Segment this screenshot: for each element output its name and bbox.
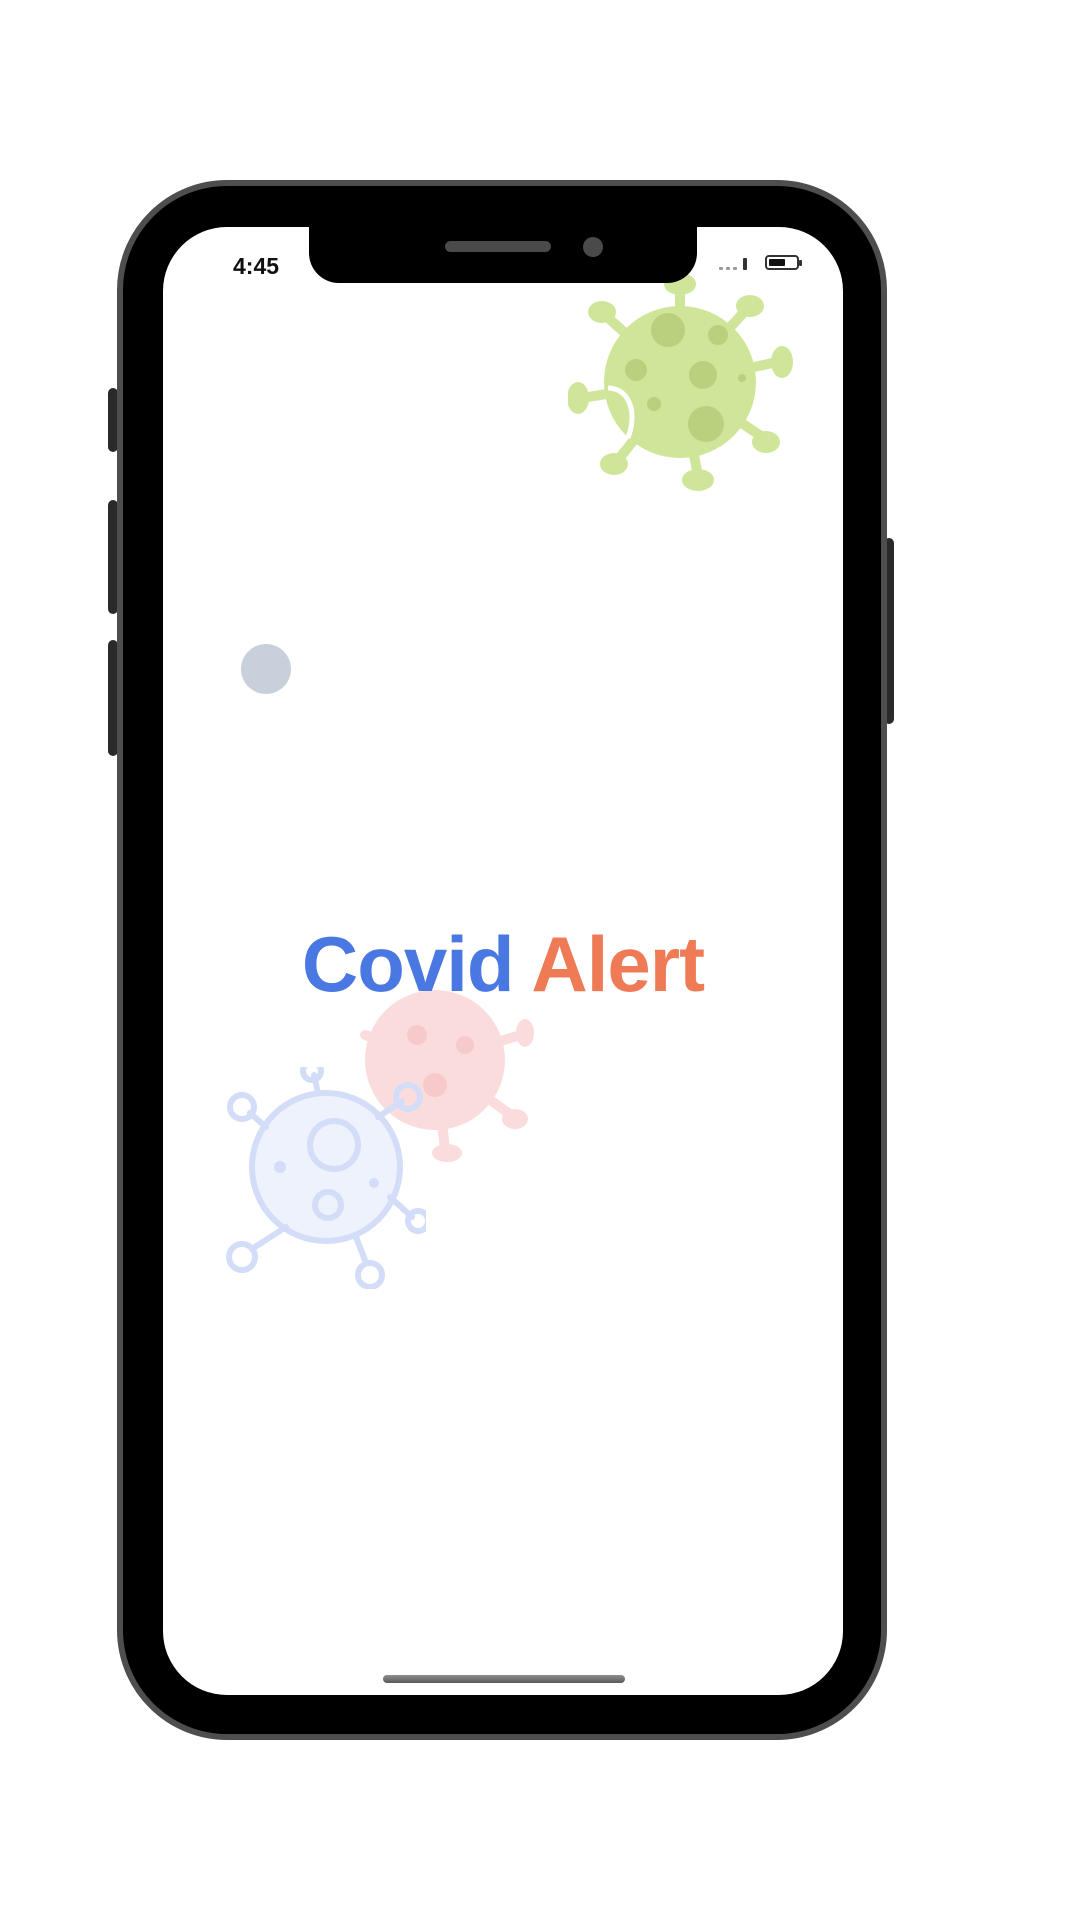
app-title-word-covid: Covid — [301, 920, 515, 1008]
app-title-word-alert: Alert — [531, 920, 705, 1008]
home-indicator[interactable] — [383, 1675, 625, 1683]
status-time: 4:45 — [233, 253, 280, 279]
blue-virus-outline-icon — [226, 1067, 426, 1289]
status-icons — [719, 255, 802, 270]
grey-dot — [241, 644, 291, 694]
front-camera — [583, 237, 603, 257]
app-title: Covid Alert — [163, 919, 843, 1010]
cellular-signal-icon — [719, 256, 755, 270]
speaker-grille — [445, 241, 551, 252]
green-virus-icon — [568, 273, 793, 491]
app-screen: 4:45 Covid Alert — [163, 227, 843, 1695]
device-stage: 4:45 Covid Alert — [0, 0, 1080, 1920]
notch — [309, 227, 697, 283]
battery-icon — [765, 255, 802, 270]
